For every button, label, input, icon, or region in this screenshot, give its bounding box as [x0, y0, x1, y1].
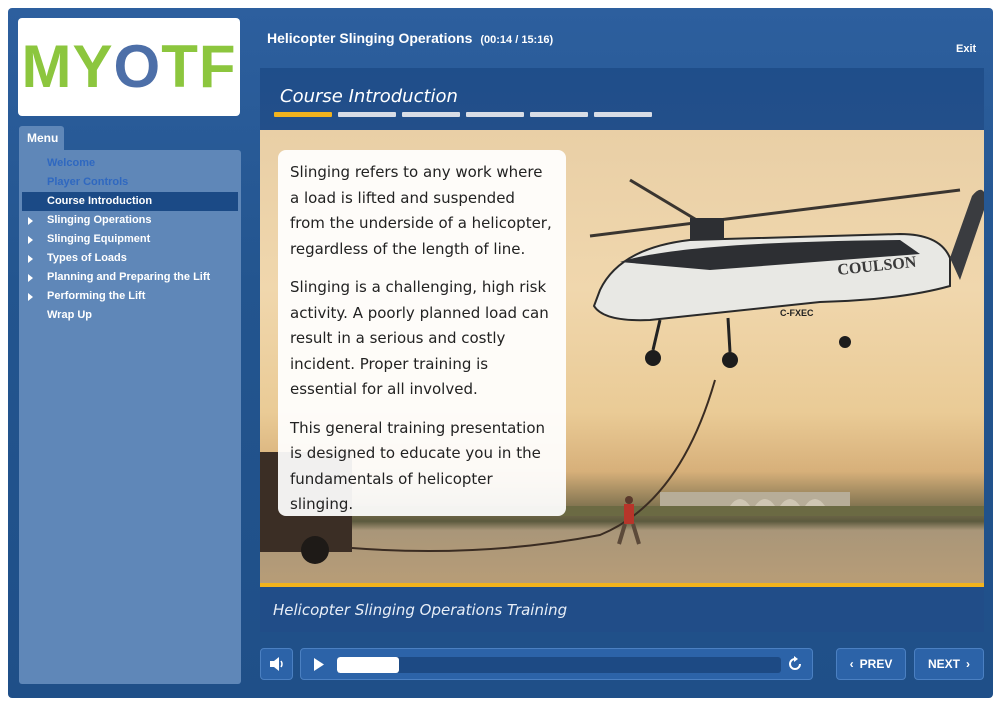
person-head: [625, 496, 633, 504]
menu-item-slinging-operations[interactable]: Slinging Operations: [22, 211, 238, 230]
myotf-logo: MYOTF: [18, 18, 240, 116]
menu-item-wrap-up[interactable]: Wrap Up: [22, 306, 238, 325]
seek-bar[interactable]: [337, 657, 781, 673]
helicopter-wheel: [722, 352, 738, 368]
course-timer: (00:14 / 15:16): [480, 34, 554, 46]
progress-segment: [338, 112, 396, 117]
menu-panel: Welcome Player Controls Course Introductio…: [19, 150, 241, 684]
progress-segment: [274, 112, 332, 117]
menu-item-planning-and-preparing-the-lift[interactable]: Planning and Preparing the Lift: [22, 268, 238, 287]
logo-text: MYOTF: [22, 37, 237, 97]
progress-segment: [594, 112, 652, 117]
logo-letter-y: Y: [72, 33, 114, 100]
slide-caption: Helicopter Slinging Operations Training: [273, 601, 568, 619]
chevron-right-icon: ›: [966, 657, 970, 671]
helicopter-tail: [950, 189, 984, 280]
speaker-icon: [269, 657, 283, 671]
rotor-hub: [690, 218, 724, 240]
slide-paragraph: This general training presentation is de…: [290, 418, 546, 514]
menu-item-label: Planning and Preparing the Lift: [47, 271, 211, 283]
main-rotor-blade-2: [629, 178, 701, 224]
content-area: Course Introduction COULSON C-FXEC Sling…: [260, 68, 984, 632]
menu-item-label: Slinging Equipment: [47, 233, 151, 245]
exit-button[interactable]: Exit: [956, 43, 976, 55]
progress-segment: [402, 112, 460, 117]
person-legs: [617, 523, 641, 545]
menu-tab[interactable]: Menu: [19, 126, 64, 150]
section-header: Course Introduction: [260, 68, 984, 130]
expand-arrow-icon: [28, 293, 33, 301]
section-progress: [274, 112, 652, 117]
volume-button[interactable]: [260, 648, 293, 680]
menu-item-types-of-loads[interactable]: Types of Loads: [22, 249, 238, 268]
truck-wheel: [301, 536, 329, 564]
replay-icon: [789, 656, 801, 670]
slide-text-card: Slinging refers to any work where a load…: [278, 150, 566, 516]
slide-paragraph: Slinging refers to any work where a load…: [290, 163, 552, 258]
main-rotor-blade: [589, 188, 961, 238]
logo-letter-o: O: [113, 33, 162, 100]
helicopter-registration: C-FXEC: [780, 308, 814, 318]
expand-arrow-icon: [28, 255, 33, 263]
expand-arrow-icon: [28, 217, 33, 225]
seek-bar-fill: [337, 657, 400, 673]
chevron-left-icon: ‹: [849, 657, 854, 671]
menu-item-course-introduction[interactable]: Course Introduction: [22, 192, 238, 211]
ground-crew-person: [624, 504, 634, 524]
helicopter-wheel: [839, 336, 851, 348]
play-icon: [314, 658, 324, 671]
menu-item-label: Course Introduction: [47, 195, 153, 207]
section-title: Course Introduction: [280, 86, 458, 107]
menu-item-performing-the-lift[interactable]: Performing the Lift: [22, 287, 238, 306]
menu-item-label: Performing the Lift: [47, 290, 146, 302]
prev-button[interactable]: ‹ PREV: [836, 648, 906, 680]
menu-item-player-controls[interactable]: Player Controls: [22, 173, 238, 192]
expand-arrow-icon: [28, 274, 33, 282]
landing-gear: [651, 317, 732, 353]
progress-segment: [530, 112, 588, 117]
menu-item-label: Types of Loads: [47, 252, 127, 264]
course-title-text: Helicopter Slinging Operations: [267, 30, 473, 46]
next-button-label: NEXT: [927, 657, 960, 671]
helicopter-wheel: [645, 350, 661, 366]
progress-segment: [466, 112, 524, 117]
menu-item-label: Player Controls: [47, 176, 129, 188]
caption-bar: Helicopter Slinging Operations Training: [260, 587, 984, 632]
menu-item-slinging-equipment[interactable]: Slinging Equipment: [22, 230, 238, 249]
logo-letters-tf: TF: [161, 33, 237, 100]
prev-button-label: PREV: [859, 657, 893, 671]
replay-button[interactable]: [787, 656, 803, 677]
course-title: Helicopter Slinging Operations (00:14 / 1…: [267, 30, 553, 46]
slide-image: COULSON C-FXEC Slinging refers to any wo…: [260, 130, 984, 585]
player-bar: [300, 648, 813, 680]
menu-item-label: Welcome: [47, 157, 96, 169]
expand-arrow-icon: [28, 236, 33, 244]
logo-letter-m: M: [21, 33, 73, 100]
menu-item-welcome[interactable]: Welcome: [22, 154, 238, 173]
next-button[interactable]: NEXT ›: [914, 648, 984, 680]
menu-item-label: Wrap Up: [47, 309, 93, 321]
menu-item-label: Slinging Operations: [47, 214, 152, 226]
slide-paragraph: Slinging is a challenging, high risk act…: [290, 278, 549, 398]
play-button[interactable]: [313, 658, 325, 676]
